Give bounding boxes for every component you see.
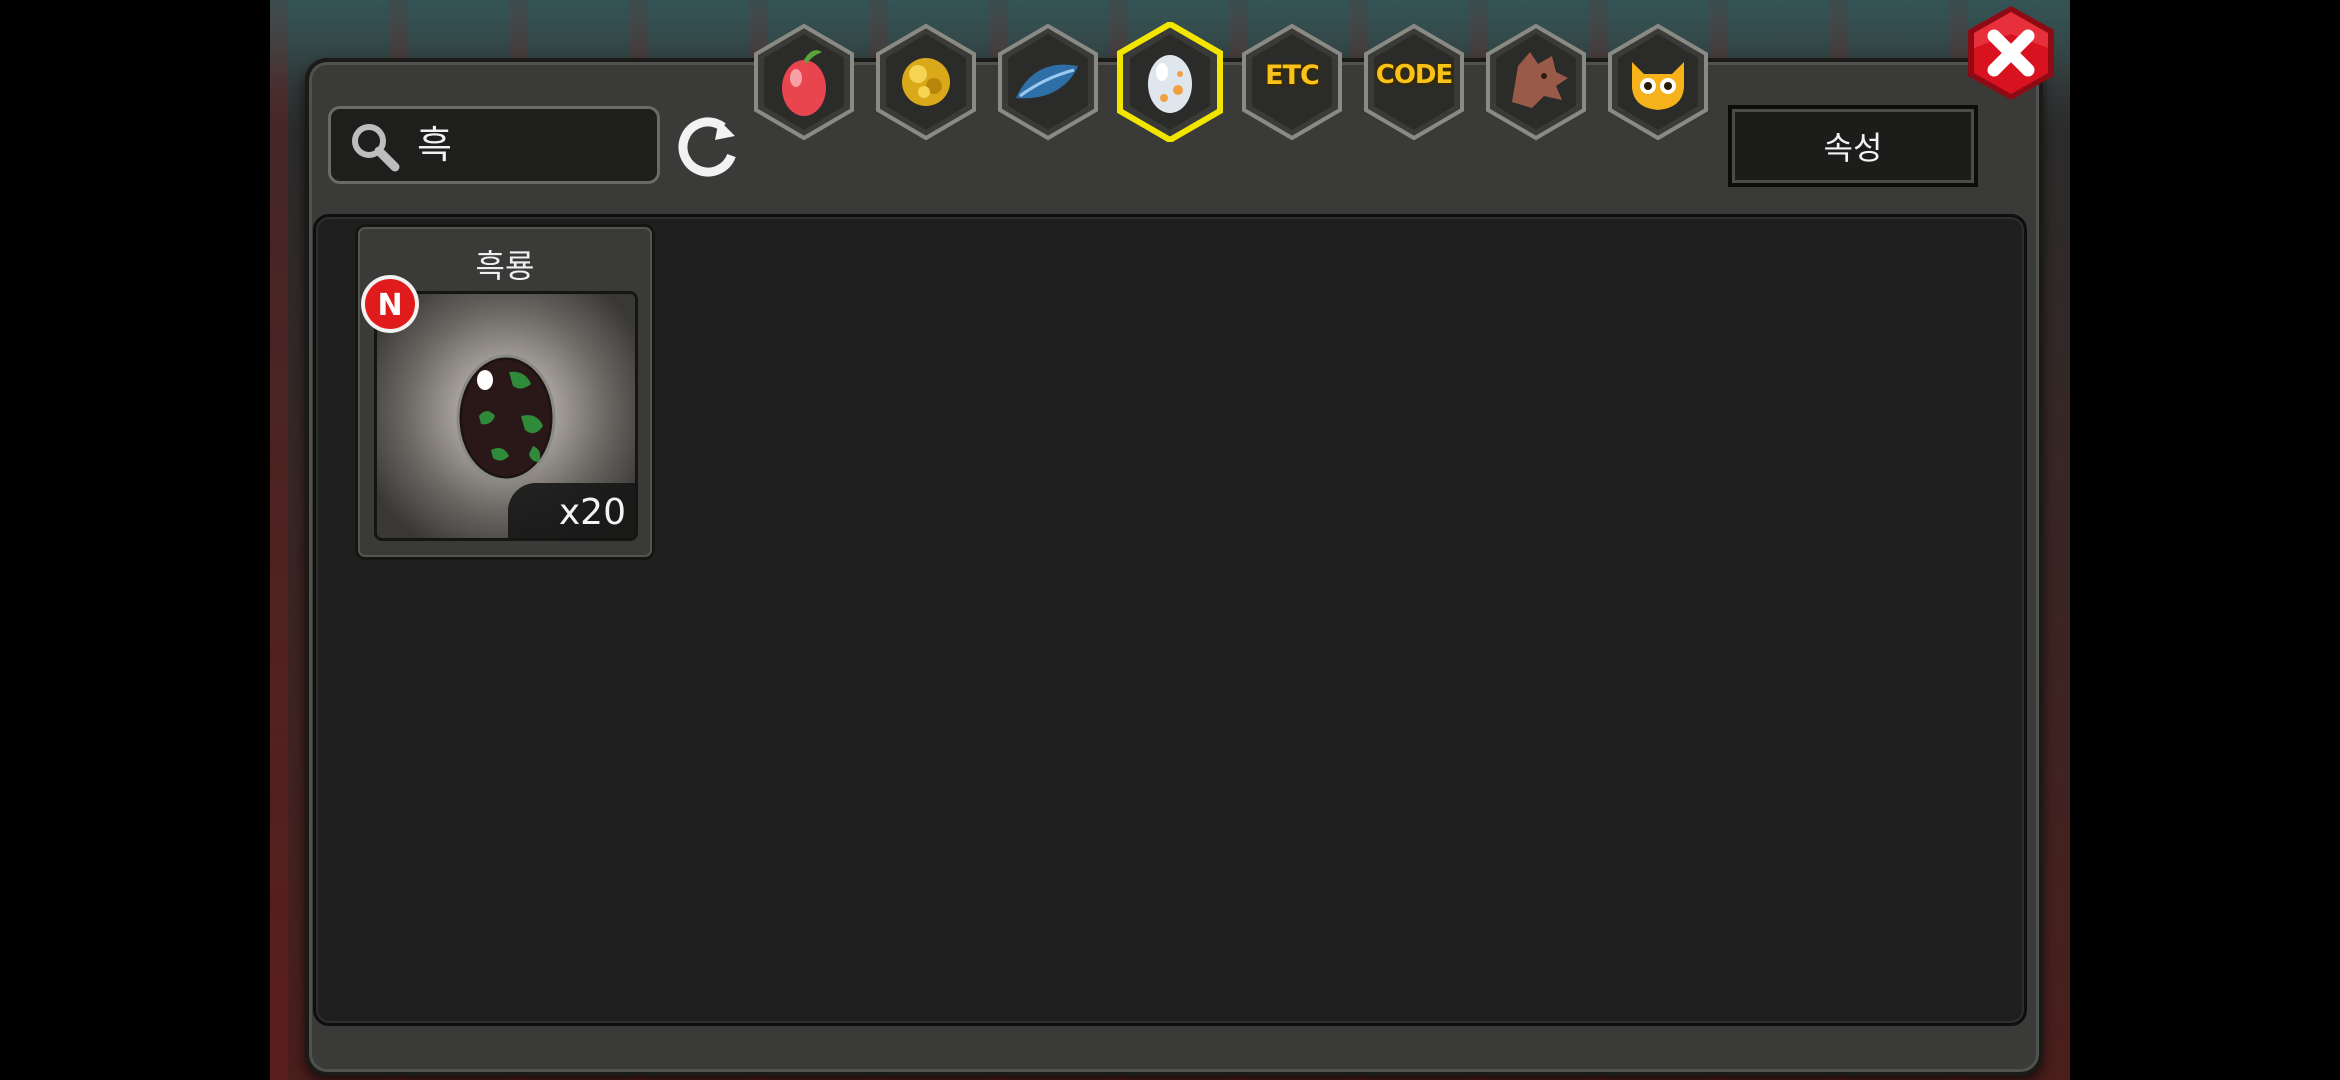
tab-gold[interactable] [872, 22, 980, 142]
fruit-icon [782, 50, 826, 116]
new-badge-label: N [377, 288, 402, 323]
pet-face-icon [1632, 62, 1684, 110]
item-quantity: x20 [508, 483, 635, 538]
search-value: 흑 [417, 123, 452, 167]
tab-etc[interactable]: ETC [1238, 22, 1346, 142]
blue-feather-icon [1016, 64, 1078, 99]
refresh-icon[interactable] [677, 116, 739, 178]
game-screen: 흑 ETC CODE 속성 흑룡 x20 N [0, 0, 2340, 1080]
search-input[interactable]: 흑 [328, 106, 660, 184]
category-tabs: ETC CODE [750, 14, 1710, 144]
tab-pet[interactable] [1604, 22, 1712, 142]
tab-egg[interactable] [1116, 22, 1224, 142]
egg-icon [1148, 55, 1192, 113]
tab-etc-label: ETC [1265, 60, 1320, 91]
tab-feather[interactable] [994, 22, 1102, 142]
tab-code-label: CODE [1375, 60, 1454, 90]
close-icon[interactable] [1962, 4, 2060, 102]
new-badge: N [361, 275, 419, 333]
black-dragon-egg-icon [456, 354, 556, 482]
tab-fruit[interactable] [750, 22, 858, 142]
attribute-button[interactable]: 속성 [1728, 105, 1978, 187]
tab-dragon[interactable] [1482, 22, 1590, 142]
gold-nugget-icon [902, 58, 950, 106]
search-icon [352, 124, 400, 172]
tab-code[interactable]: CODE [1360, 22, 1468, 142]
dragon-head-icon [1512, 52, 1568, 108]
